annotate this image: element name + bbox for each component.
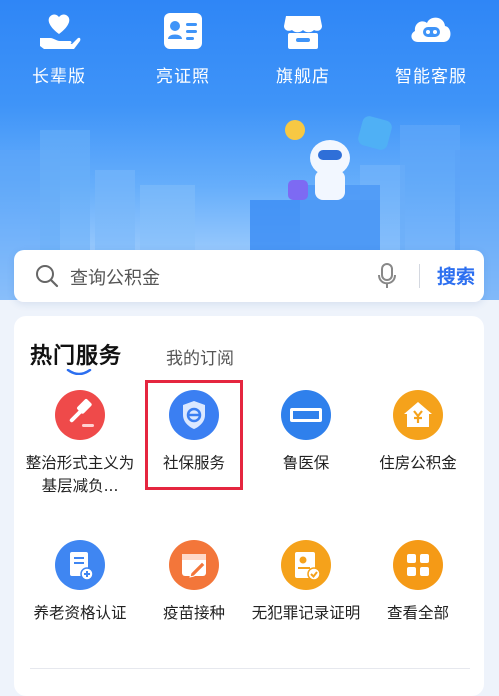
service-label: 疫苗接种 xyxy=(162,604,225,622)
service-label: 整治形式主义为基层减负... xyxy=(25,454,135,495)
search-button[interactable]: 搜索 xyxy=(428,262,484,290)
tab-active-indicator xyxy=(66,369,92,375)
service-label: 鲁医保 xyxy=(282,454,330,472)
service-label: 养老资格认证 xyxy=(33,604,127,622)
service-lu-medical-insurance[interactable]: 鲁医保 xyxy=(250,390,362,475)
nav-flagship-store[interactable]: 旗舰店 xyxy=(248,8,358,87)
microphone-icon[interactable] xyxy=(376,262,398,290)
service-label: 住房公积金 xyxy=(379,454,457,472)
service-housing-fund[interactable]: 住房公积金 xyxy=(362,390,474,475)
search-divider xyxy=(419,264,420,288)
calendar-edit-icon xyxy=(169,540,219,590)
tab-my-subscriptions[interactable]: 我的订阅 xyxy=(166,344,234,369)
id-card-icon xyxy=(164,13,202,49)
search-input[interactable]: 查询公积金 xyxy=(70,264,160,290)
search-bar[interactable]: 查询公积金 搜索 xyxy=(14,250,484,302)
service-label: 无犯罪记录证明 xyxy=(251,604,361,622)
nav-label: 智能客服 xyxy=(395,67,467,87)
nav-show-id[interactable]: 亮证照 xyxy=(128,8,238,87)
grid-icon xyxy=(393,540,443,590)
selection-highlight-box xyxy=(145,380,243,490)
service-no-criminal-record[interactable]: 无犯罪记录证明 xyxy=(250,540,362,625)
service-view-all[interactable]: 查看全部 xyxy=(362,540,474,625)
robot-service-icon xyxy=(411,17,451,42)
heart-hand-icon xyxy=(40,14,81,49)
divider xyxy=(30,668,470,669)
nav-label: 亮证照 xyxy=(156,67,210,87)
service-reduce-burden[interactable]: 整治形式主义为基层减负... xyxy=(24,390,136,498)
gavel-icon xyxy=(55,390,105,440)
chs-badge-icon xyxy=(281,390,331,440)
nav-label: 旗舰店 xyxy=(276,67,330,87)
store-icon xyxy=(284,16,322,49)
top-navigation: 长辈版 亮证照 旗舰店 智能客服 xyxy=(0,0,499,100)
tab-hot-services[interactable]: 热门服务 xyxy=(30,338,122,370)
nav-smart-service[interactable]: 智能客服 xyxy=(376,8,486,87)
nav-elder-mode[interactable]: 长辈版 xyxy=(4,8,114,87)
service-label: 查看全部 xyxy=(386,604,449,622)
service-pension-certification[interactable]: 养老资格认证 xyxy=(24,540,136,625)
service-vaccination[interactable]: 疫苗接种 xyxy=(138,540,250,625)
house-yuan-icon xyxy=(393,390,443,440)
certificate-check-icon xyxy=(281,540,331,590)
document-plus-icon xyxy=(55,540,105,590)
hot-services-card: 热门服务 我的订阅 xyxy=(14,316,484,696)
nav-label: 长辈版 xyxy=(32,67,86,87)
search-icon xyxy=(36,265,59,288)
